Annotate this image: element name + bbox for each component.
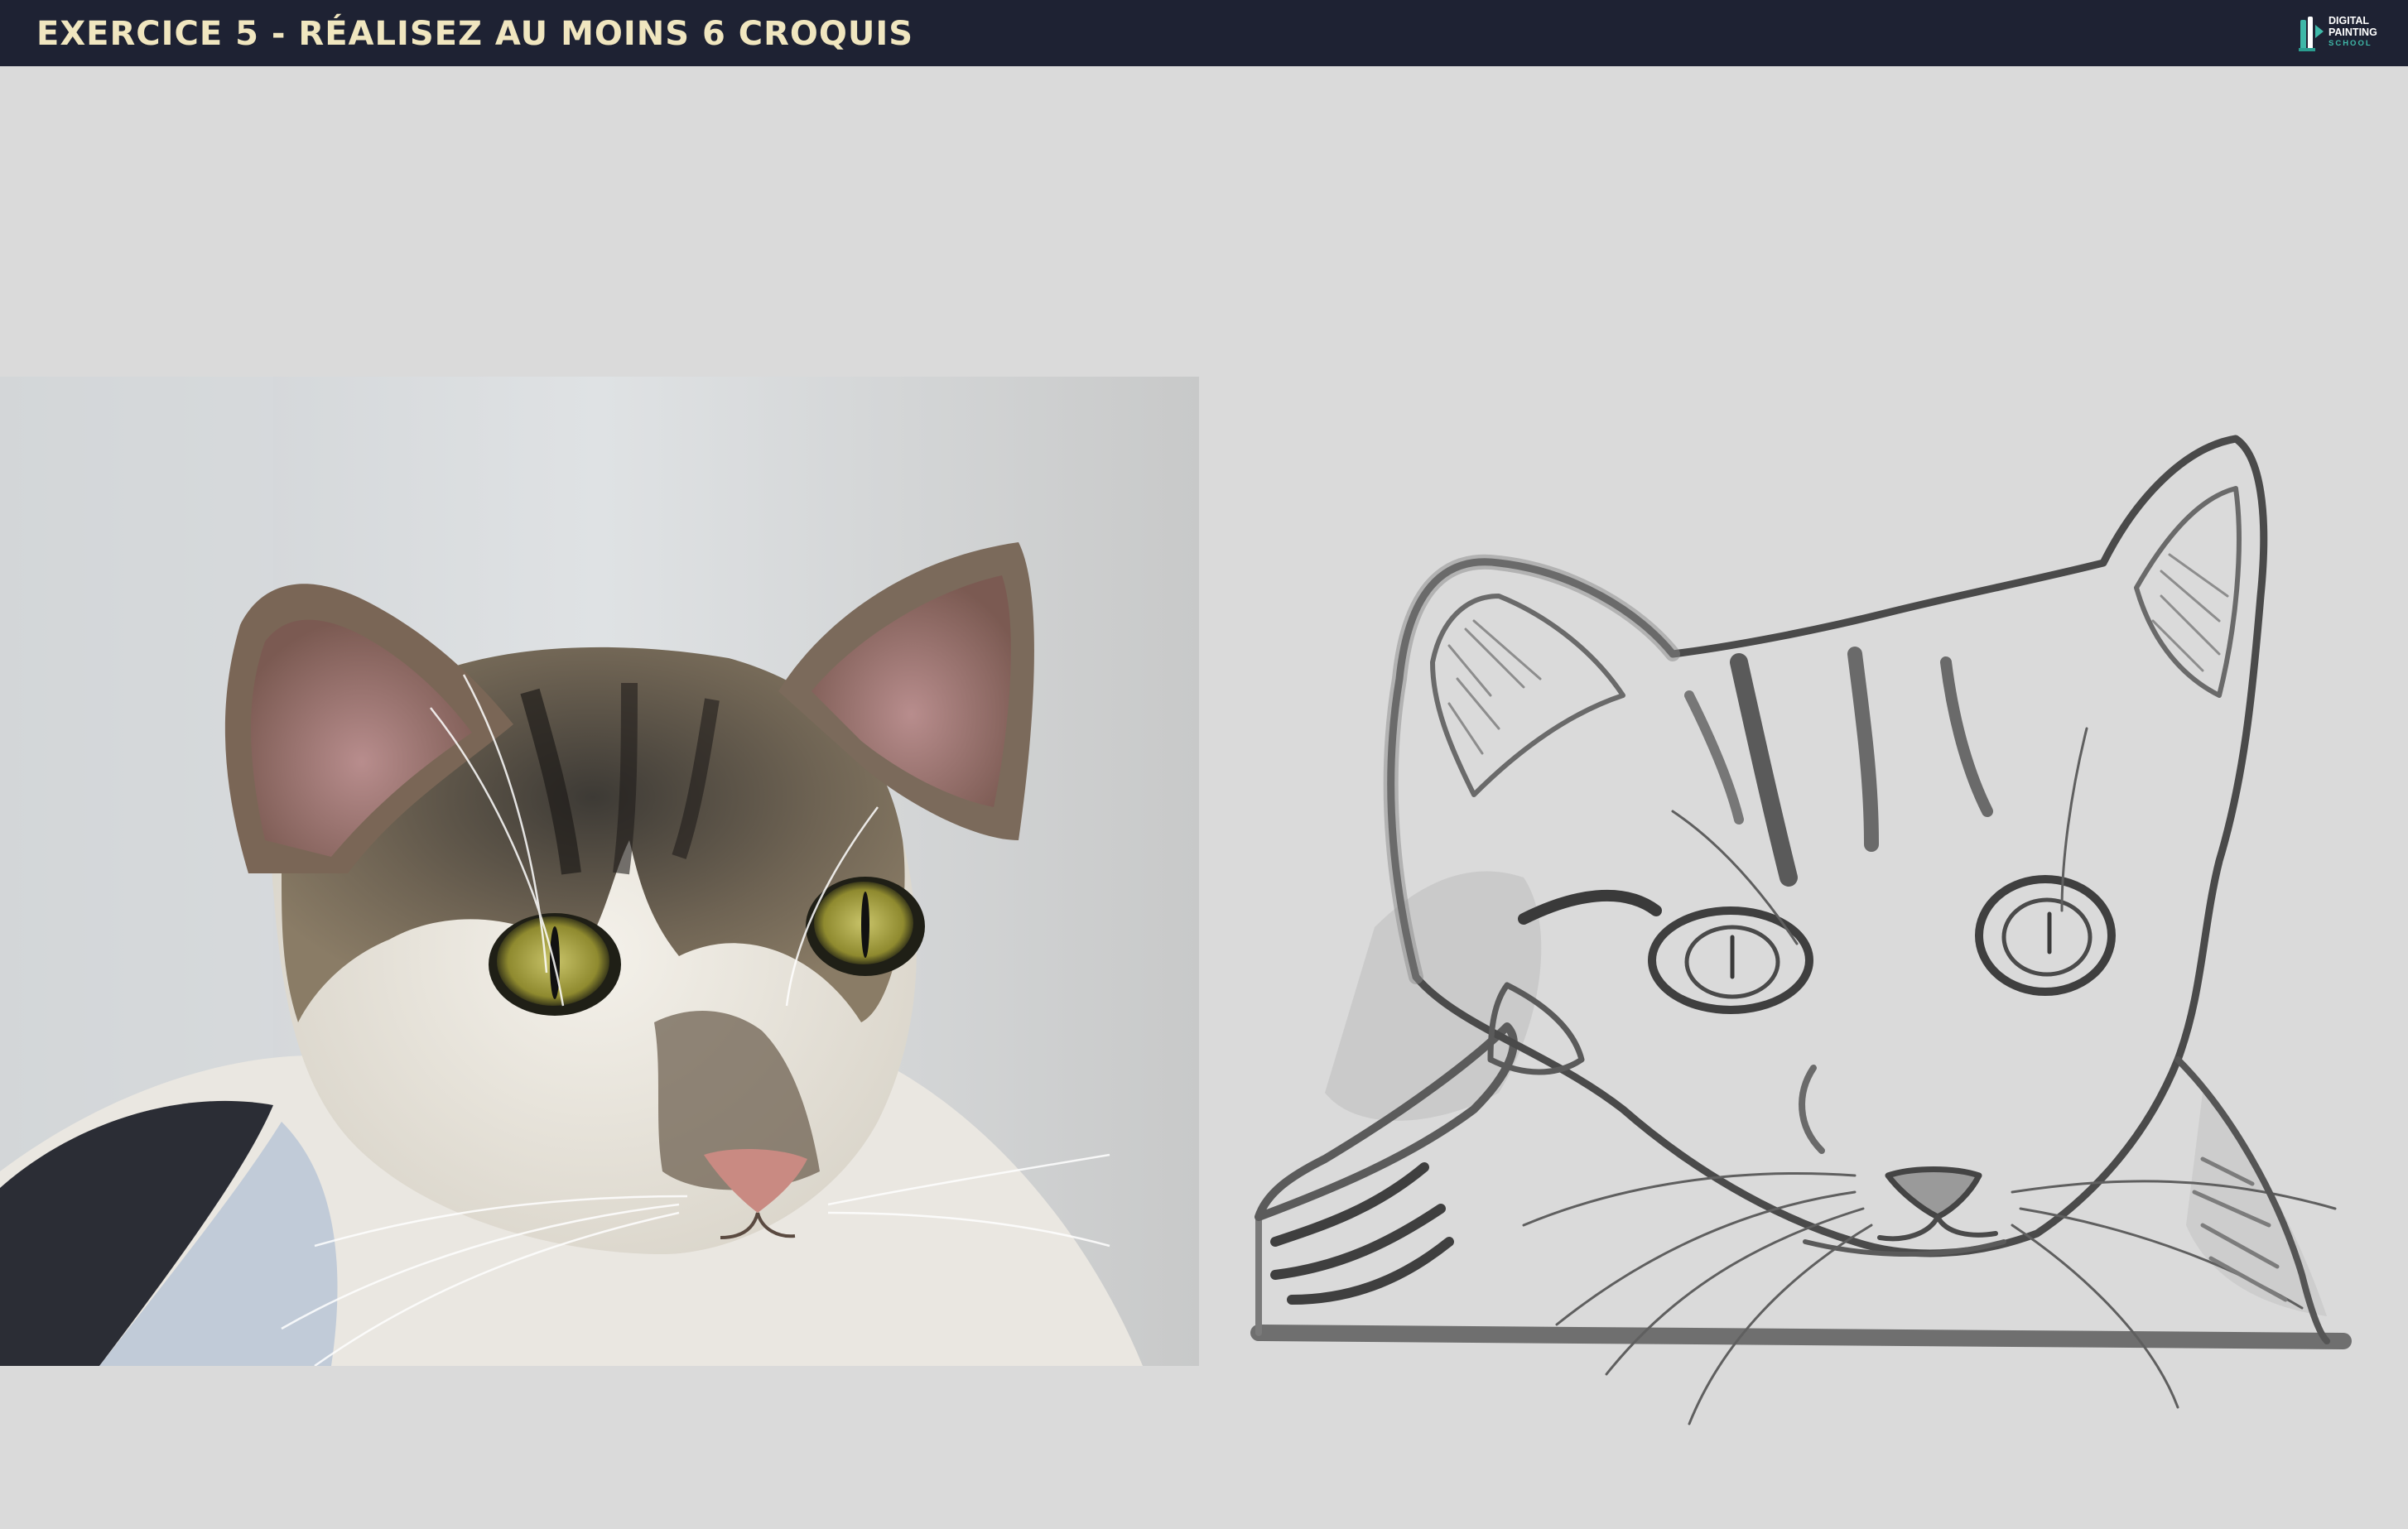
cat-pencil-sketch: [1250, 435, 2352, 1426]
exercise-canvas: [0, 66, 2408, 1529]
digital-painting-school-logo: DIGITAL PAINTING SCHOOL: [2295, 12, 2391, 55]
cat-reference-photo: [0, 377, 1199, 1366]
logo-text: DIGITAL PAINTING SCHOOL: [2329, 15, 2377, 48]
brush-logo-icon: [2299, 17, 2324, 51]
exercise-title: EXERCICE 5 - RÉALISEZ AU MOINS 6 CROQUIS: [36, 15, 914, 53]
header-bar: EXERCICE 5 - RÉALISEZ AU MOINS 6 CROQUIS…: [0, 0, 2408, 66]
